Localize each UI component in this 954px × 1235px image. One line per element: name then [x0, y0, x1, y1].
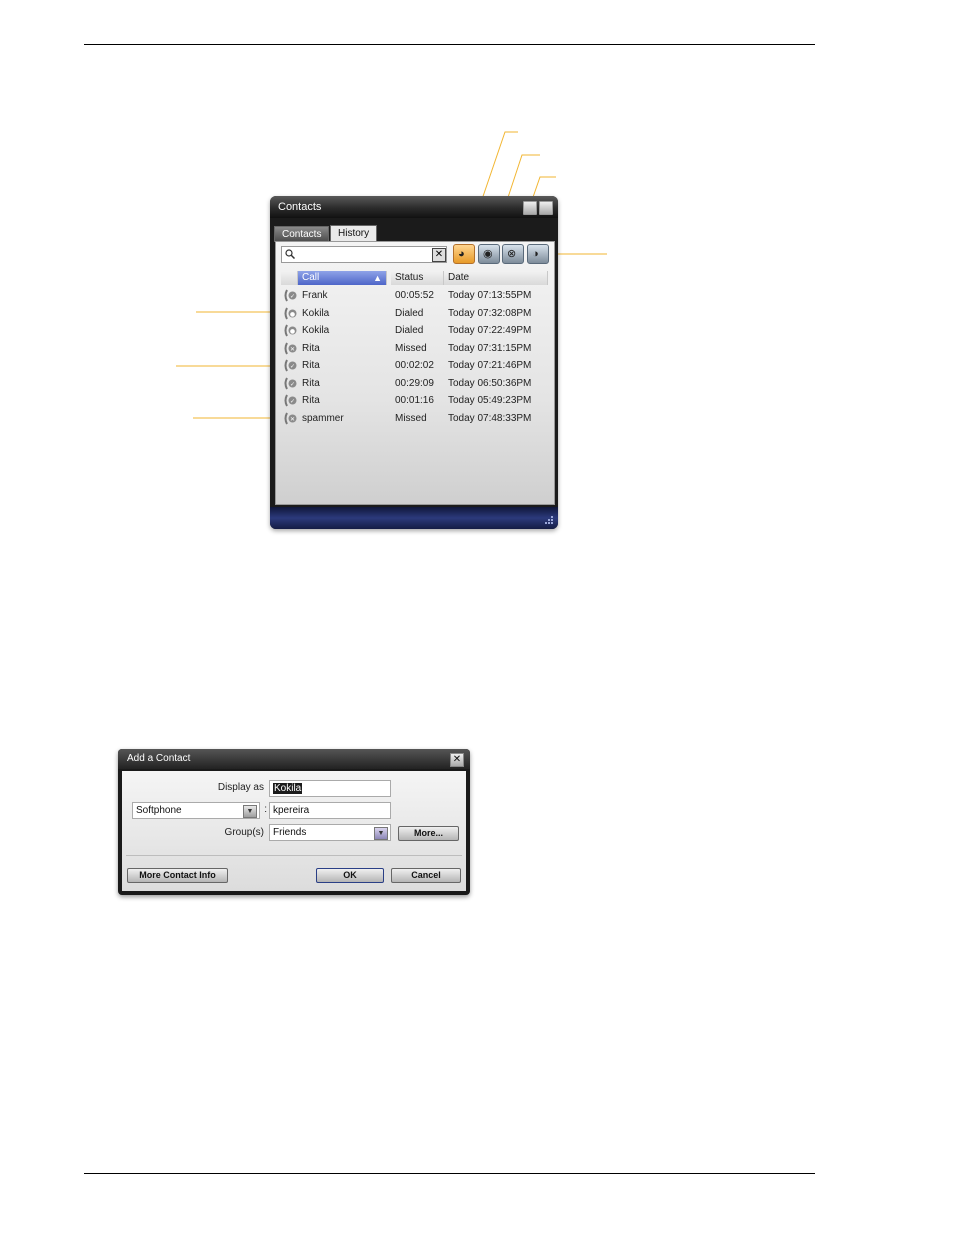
missed-calls-icon: ⊗ [507, 248, 517, 260]
add-contact-dialog: Add a Contact ✕ Display as Kokila Softph… [118, 749, 470, 895]
cancel-button[interactable]: Cancel [391, 868, 461, 883]
groups-select[interactable]: Friends ▼ [269, 824, 391, 841]
contacts-window-title: Contacts [278, 201, 322, 213]
minimize-icon[interactable] [523, 201, 537, 215]
filter-dialed-button[interactable]: ◉ [478, 244, 500, 264]
close-icon[interactable]: ✕ [450, 753, 464, 767]
table-row[interactable]: ✓ Frank 00:05:52 Today 07:13:55PM [281, 287, 547, 304]
dialed-call-icon: ● [284, 307, 297, 320]
row-status: Missed [395, 412, 427, 424]
contacts-titlebar: Contacts [270, 196, 558, 218]
row-call-name: Frank [302, 290, 328, 301]
dialog-divider [126, 855, 462, 856]
svg-text:✓: ✓ [290, 363, 295, 370]
resize-grip-icon[interactable] [544, 515, 554, 525]
svg-text:✓: ✓ [290, 293, 295, 300]
more-contact-info-button[interactable]: More Contact Info [127, 868, 228, 883]
search-icon [285, 249, 295, 259]
separator-colon: : [264, 804, 267, 815]
sort-ascending-icon: ▲ [373, 273, 382, 283]
missed-call-icon: ✕ [284, 412, 297, 425]
row-date: Today 07:22:49PM [448, 325, 532, 336]
display-as-label: Display as [217, 782, 264, 793]
callout-lines [176, 131, 607, 419]
filter-all-calls-button[interactable]: ◕ [453, 244, 475, 264]
row-status: 00:05:52 [395, 290, 434, 301]
svg-text:●: ● [290, 311, 295, 318]
row-call-name: Rita [302, 360, 320, 371]
chevron-down-icon: ▼ [243, 805, 257, 818]
table-row[interactable]: ● Kokila Dialed Today 07:32:08PM [281, 305, 547, 322]
ok-button[interactable]: OK [316, 868, 384, 883]
row-date: Today 07:31:15PM [448, 342, 532, 354]
svg-text:✕: ✕ [290, 416, 295, 423]
header-date[interactable]: Date [444, 271, 548, 285]
svg-text:✕: ✕ [290, 346, 295, 353]
history-table-header: Call ▲ Status Date [281, 271, 548, 285]
filter-received-button[interactable]: ◑ [527, 244, 549, 264]
received-call-icon: ✓ [284, 359, 297, 372]
contacts-window: Contacts Contacts History ✕ ◕ ◉ ⊗ ◑ Call… [270, 196, 558, 529]
received-call-icon: ✓ [284, 394, 297, 407]
account-select[interactable]: Softphone ▼ [132, 802, 260, 819]
address-field[interactable]: kpereira [269, 802, 391, 819]
row-call-name: Kokila [302, 307, 330, 319]
svg-text:✓: ✓ [290, 398, 295, 405]
table-row[interactable]: ✕ spammer Missed Today 07:48:33PM [281, 410, 547, 427]
table-row[interactable]: ● Kokila Dialed Today 07:22:49PM [281, 322, 547, 339]
table-row[interactable]: ✓ Rita 00:02:02 Today 07:21:46PM [281, 357, 547, 374]
received-call-icon: ✓ [284, 377, 297, 390]
row-date: Today 07:32:08PM [448, 307, 532, 319]
clear-search-icon[interactable]: ✕ [432, 248, 446, 262]
svg-text:✓: ✓ [290, 381, 295, 388]
search-box: ✕ [281, 246, 447, 263]
expand-icon[interactable] [539, 201, 553, 215]
header-status[interactable]: Status [391, 271, 444, 285]
row-date: Today 07:48:33PM [448, 412, 532, 424]
dialog-titlebar: Add a Contact [118, 749, 470, 769]
missed-call-icon: ✕ [284, 342, 297, 355]
svg-text:●: ● [290, 328, 295, 335]
row-status: Dialed [395, 307, 424, 319]
contacts-footer [270, 507, 558, 529]
row-status: 00:01:16 [395, 395, 434, 406]
row-status: 00:02:02 [395, 360, 434, 371]
dialed-calls-icon: ◉ [483, 248, 493, 260]
header-call[interactable]: Call ▲ [298, 271, 387, 285]
row-date: Today 07:21:46PM [448, 360, 532, 371]
filter-missed-button[interactable]: ⊗ [502, 244, 524, 264]
row-status: Missed [395, 342, 427, 354]
received-calls-icon: ◑ [532, 248, 539, 260]
row-date: Today 05:49:23PM [448, 395, 532, 406]
chevron-down-icon: ▼ [374, 827, 388, 840]
row-date: Today 07:13:55PM [448, 290, 532, 301]
history-panel: ✕ ◕ ◉ ⊗ ◑ Call ▲ Status Date ✓ Frank 00:… [275, 241, 555, 505]
row-call-name: Rita [302, 377, 320, 389]
all-calls-icon: ◕ [458, 248, 465, 260]
table-row[interactable]: ✓ Rita 00:29:09 Today 06:50:36PM [281, 375, 547, 392]
groups-label: Group(s) [224, 827, 264, 838]
table-row[interactable]: ✕ Rita Missed Today 07:31:15PM [281, 340, 547, 357]
row-call-name: spammer [302, 412, 344, 424]
row-call-name: Rita [302, 342, 320, 354]
dialog-body: Display as Kokila Softphone ▼ : kpereira… [122, 771, 466, 891]
dialog-title: Add a Contact [127, 753, 191, 764]
row-status: 00:29:09 [395, 377, 434, 389]
received-call-icon: ✓ [284, 289, 297, 302]
search-input[interactable] [298, 247, 428, 260]
tab-contacts[interactable]: Contacts [274, 226, 330, 242]
header-icon-column [281, 271, 298, 285]
row-status: Dialed [395, 325, 424, 336]
row-call-name: Kokila [302, 325, 330, 336]
table-row[interactable]: ✓ Rita 00:01:16 Today 05:49:23PM [281, 392, 547, 409]
row-call-name: Rita [302, 395, 320, 406]
display-as-field[interactable]: Kokila [269, 780, 391, 797]
dialed-call-icon: ● [284, 324, 297, 337]
more-button[interactable]: More... [398, 826, 459, 841]
row-date: Today 06:50:36PM [448, 377, 532, 389]
